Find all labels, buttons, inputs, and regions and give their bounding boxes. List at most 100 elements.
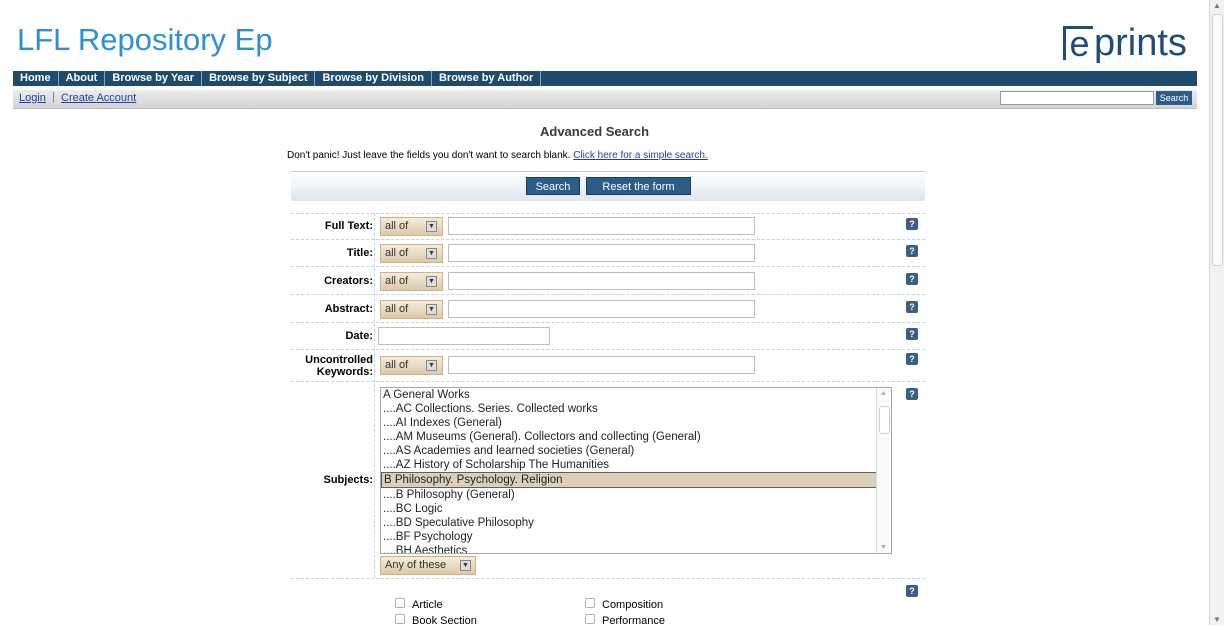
scroll-up-icon[interactable]: ▲ — [880, 390, 887, 397]
help-icon[interactable]: ? — [906, 353, 918, 365]
subjects-match-value: Any of these — [385, 559, 447, 571]
keywords-mode-select[interactable]: all of ▼ — [380, 356, 443, 375]
title-mode-select[interactable]: all of ▼ — [380, 244, 443, 263]
subjects-scrollbar[interactable]: ▲ ▼ — [876, 388, 891, 553]
type-checkbox-performance[interactable] — [585, 614, 595, 624]
title-input[interactable] — [448, 244, 755, 262]
full-text-input[interactable] — [448, 217, 755, 235]
help-icon[interactable]: ? — [906, 273, 918, 285]
subject-option[interactable]: ....BH Aesthetics — [381, 544, 891, 553]
date-input[interactable] — [378, 327, 550, 345]
login-link[interactable]: Login — [19, 92, 46, 104]
title-label: Title: — [346, 247, 373, 259]
type-label-performance: Performance — [602, 615, 665, 627]
browser-viewport: LFL Repository Ep e prints Home About Bro… — [0, 0, 1210, 627]
nav-browse-subject[interactable]: Browse by Subject — [202, 71, 316, 86]
row-divider — [291, 213, 925, 214]
intro-message: Don't panic! Just leave the fields you d… — [287, 150, 571, 161]
subjects-match-select[interactable]: Any of these ▼ — [380, 556, 476, 575]
nav-about[interactable]: About — [59, 71, 106, 86]
nav-browse-division[interactable]: Browse by Division — [315, 71, 432, 86]
scroll-up-icon[interactable]: ▲ — [1213, 1, 1221, 10]
title-label-cell: Title: — [291, 247, 373, 261]
chevron-down-icon: ▼ — [460, 560, 471, 571]
subject-option[interactable]: ....AC Collections. Series. Collected wo… — [381, 402, 891, 416]
nav-browse-year[interactable]: Browse by Year — [105, 71, 203, 86]
abstract-mode-value: all of — [385, 303, 409, 315]
intro-text: Don't panic! Just leave the fields you d… — [287, 150, 708, 161]
creators-label-cell: Creators: — [291, 275, 373, 289]
type-checkbox-book-section[interactable] — [395, 614, 405, 624]
full-text-mode-value: all of — [385, 220, 409, 232]
abstract-mode-select[interactable]: all of ▼ — [380, 300, 443, 319]
subject-option[interactable]: ....B Philosophy (General) — [381, 488, 891, 502]
scrollbar-thumb[interactable] — [879, 406, 890, 434]
type-checkbox-composition[interactable] — [585, 598, 595, 608]
help-icon[interactable]: ? — [906, 328, 918, 340]
keywords-label-line1: Uncontrolled — [305, 354, 373, 366]
logo-text: prints — [1094, 22, 1187, 64]
quick-search-button[interactable]: Search — [1156, 91, 1192, 105]
page-scrollbar[interactable]: ▲ ▼ — [1209, 0, 1224, 625]
simple-search-link[interactable]: Click here for a simple search. — [573, 150, 708, 161]
create-account-link[interactable]: Create Account — [61, 92, 136, 104]
chevron-down-icon: ▼ — [426, 276, 437, 287]
subject-option[interactable]: ....BC Logic — [381, 502, 891, 516]
help-icon[interactable]: ? — [906, 218, 918, 230]
type-label-article: Article — [412, 599, 443, 611]
creators-input[interactable] — [448, 272, 755, 290]
search-button[interactable]: Search — [526, 177, 580, 195]
date-label-cell: Date: — [291, 330, 373, 344]
subject-option-selected[interactable]: B Philosophy. Psychology. Religion — [381, 472, 891, 488]
subject-option[interactable]: A General Works — [381, 388, 891, 402]
chevron-down-icon: ▼ — [426, 360, 437, 371]
chevron-down-icon: ▼ — [426, 221, 437, 232]
help-icon[interactable]: ? — [906, 301, 918, 313]
subject-option[interactable]: ....AI Indexes (General) — [381, 416, 891, 430]
row-divider — [291, 294, 925, 295]
full-text-label: Full Text: — [324, 220, 373, 232]
help-icon[interactable]: ? — [906, 585, 918, 597]
page-scrollbar-thumb[interactable] — [1212, 14, 1223, 266]
logo-e-mark: e — [1063, 26, 1093, 62]
abstract-input[interactable] — [448, 300, 755, 318]
row-divider — [291, 381, 925, 382]
type-label-composition: Composition — [602, 599, 664, 611]
date-label: Date: — [345, 330, 373, 342]
nav-browse-author[interactable]: Browse by Author — [432, 71, 542, 86]
row-divider — [291, 578, 925, 579]
site-title[interactable]: LFL Repository Ep — [17, 22, 273, 58]
chevron-down-icon: ▼ — [426, 248, 437, 259]
subject-option[interactable]: ....BF Psychology — [381, 530, 891, 544]
chevron-down-icon: ▼ — [426, 304, 437, 315]
abstract-label: Abstract: — [324, 303, 373, 315]
subjects-label-cell: Subjects: — [291, 474, 373, 488]
keywords-input[interactable] — [448, 356, 755, 374]
scroll-down-icon[interactable]: ▼ — [880, 544, 887, 551]
row-divider — [291, 239, 925, 240]
keywords-label-cell: Uncontrolled Keywords: — [291, 354, 373, 380]
page-title: Advanced Search — [540, 124, 650, 139]
full-text-label-cell: Full Text: — [291, 220, 373, 234]
subject-option[interactable]: ....AS Academies and learned societies (… — [381, 444, 891, 458]
help-icon[interactable]: ? — [906, 245, 918, 257]
subjects-listbox[interactable]: A General Works ....AC Collections. Seri… — [380, 387, 892, 554]
subject-option[interactable]: ....BD Speculative Philosophy — [381, 516, 891, 530]
scroll-down-icon[interactable]: ▼ — [1213, 615, 1221, 624]
creators-label: Creators: — [324, 275, 373, 287]
help-icon[interactable]: ? — [906, 388, 918, 400]
full-text-mode-select[interactable]: all of ▼ — [380, 217, 443, 236]
quick-search-input[interactable] — [1000, 91, 1154, 105]
creators-mode-select[interactable]: all of ▼ — [380, 272, 443, 291]
type-checkbox-article[interactable] — [395, 598, 405, 608]
creators-mode-value: all of — [385, 275, 409, 287]
subject-option[interactable]: ....AZ History of Scholarship The Humani… — [381, 458, 891, 472]
row-divider — [291, 349, 925, 350]
reset-form-button[interactable]: Reset the form — [586, 177, 691, 195]
nav-home[interactable]: Home — [13, 71, 59, 86]
keywords-mode-value: all of — [385, 359, 409, 371]
account-bar: Login | Create Account Search — [13, 90, 1197, 109]
keywords-label-line2: Keywords: — [316, 366, 373, 378]
subject-option[interactable]: ....AM Museums (General). Collectors and… — [381, 430, 891, 444]
main-nav: Home About Browse by Year Browse by Subj… — [13, 71, 1197, 86]
